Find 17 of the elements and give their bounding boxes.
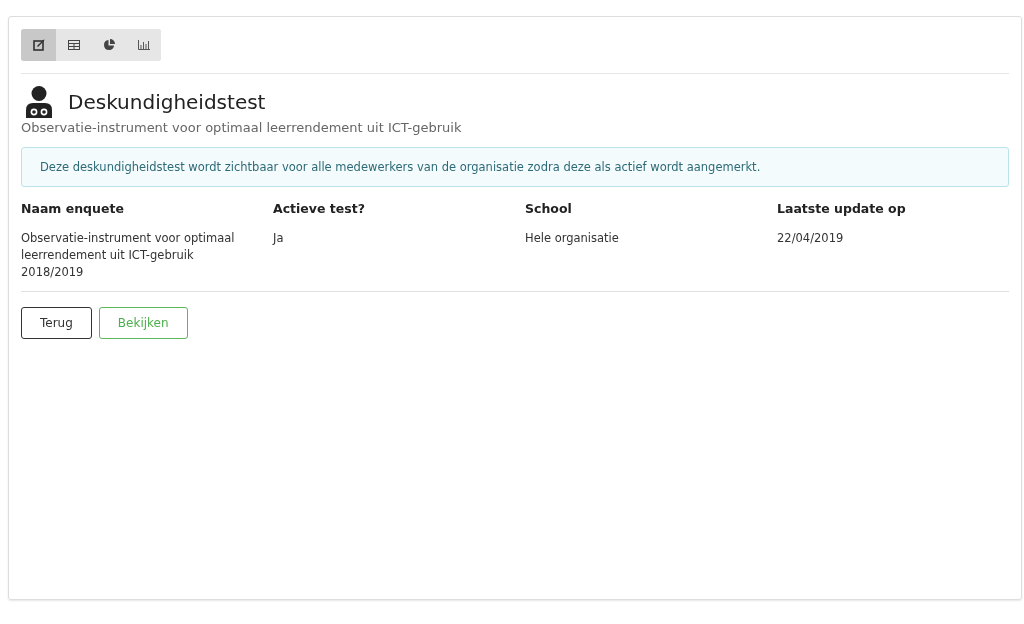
bar-chart-icon: [137, 40, 150, 50]
column-header: Laatste update op: [777, 201, 907, 218]
column-header: Naam enquete: [21, 201, 125, 218]
column-header: Actieve test?: [273, 201, 366, 218]
table-cell-text: Ja: [273, 230, 285, 247]
back-button[interactable]: Terug: [21, 307, 92, 339]
page-title: Deskundigheidstest: [68, 90, 266, 114]
table-cell-text: 22/04/2019: [777, 230, 845, 247]
edit-icon: [32, 39, 45, 51]
table-cell-text: Hele organisatie: [525, 230, 620, 247]
page-subtitle: Observatie-instrument voor optimaal leerrendement uit ICT-gebruik: [21, 120, 463, 135]
table-cell-text: Observatie-instrument voor optimaal leerrendement uit ICT-gebruik 2018/2019: [21, 230, 236, 281]
toolbar-button[interactable]: [21, 29, 56, 61]
pie-chart-icon: [102, 39, 115, 51]
info-alert: Deze deskundigheidstest wordt zichtbaar voor alle medewerkers van de organisatie zodra deze als actief wordt aangemerkt.: [21, 147, 1009, 187]
table-icon: [67, 40, 80, 50]
column-header: School: [525, 201, 573, 218]
